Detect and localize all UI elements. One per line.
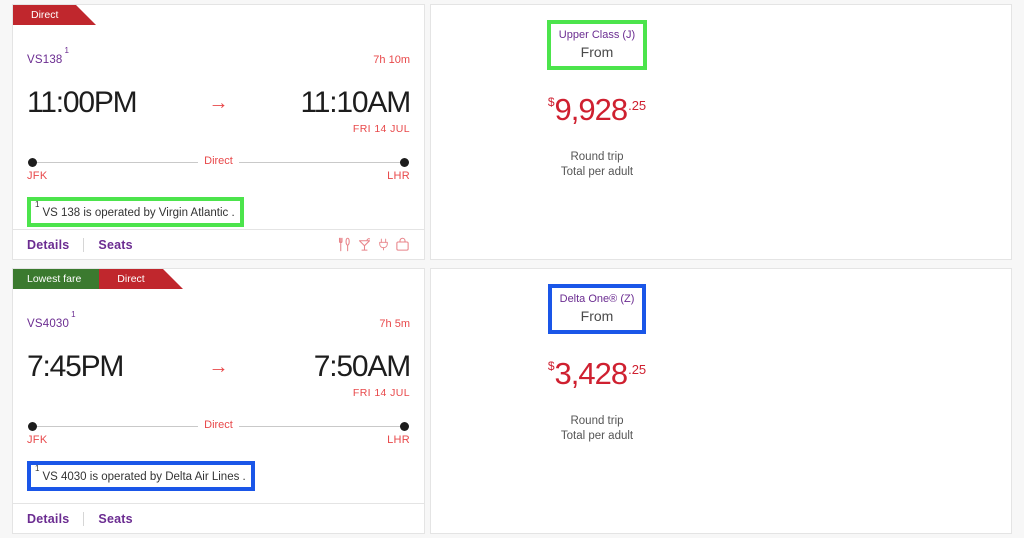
times-row: 11:00PM → 11:10AM FRI 14 JUL (27, 86, 410, 135)
price[interactable]: $9,928.25 (503, 92, 691, 128)
arrive-time: 7:50AM (314, 350, 410, 384)
depart-block: 11:00PM (27, 86, 136, 120)
fare-block: Upper Class (J) From $9,928.25 Round tri… (503, 20, 691, 180)
trip-note: Round trip Total per adult (503, 414, 691, 444)
flight-header-line: VS1381 7h 10m (27, 25, 410, 66)
trip-per-adult: Total per adult (503, 429, 691, 444)
details-link[interactable]: Details (27, 238, 69, 252)
fare-heading-box: Upper Class (J) From (547, 20, 647, 70)
flight-header-line: VS40301 7h 5m (27, 289, 410, 330)
bag-icon (395, 237, 410, 252)
flight-results-list: Direct VS1381 7h 10m 11:00PM → 11:10AM F… (0, 0, 1024, 538)
arrive-date: FRI 14 JUL (301, 123, 410, 135)
origin-code: JFK (27, 434, 47, 446)
price-currency: $ (548, 95, 555, 109)
route-timeline: Direct JFK LHR (27, 157, 410, 183)
destination-code: LHR (387, 170, 410, 182)
operated-footnote-marker: 1 (35, 200, 39, 209)
itinerary-footer: Details Seats (13, 229, 424, 259)
footer-divider (83, 512, 84, 526)
operated-by-note: 1VS 138 is operated by Virgin Atlantic . (27, 197, 244, 227)
itinerary-card[interactable]: Lowest fare Direct VS40301 7h 5m 7:45PM … (12, 268, 425, 534)
cabin-name: Upper Class (J) (559, 28, 635, 42)
flight-number: VS1381 (27, 51, 69, 66)
operated-by-text: VS 4030 is operated by Delta Air Lines . (42, 471, 245, 483)
route-stops-label: Direct (27, 419, 410, 431)
flight-number-footnote-marker: 1 (71, 310, 76, 319)
flight-duration: 7h 5m (379, 318, 410, 330)
badge-direct: Direct (13, 5, 76, 25)
flight-number-text: VS138 (27, 54, 63, 66)
fare-heading-box: Delta One® (Z) From (548, 284, 647, 334)
itinerary-body: VS1381 7h 10m 11:00PM → 11:10AM FRI 14 J… (13, 25, 424, 229)
itinerary-body: VS40301 7h 5m 7:45PM → 7:50AM FRI 14 JUL (13, 289, 424, 503)
flight-result-row: Lowest fare Direct VS40301 7h 5m 7:45PM … (0, 264, 1024, 538)
operated-by-row: 1VS 138 is operated by Virgin Atlantic . (27, 197, 410, 227)
amenity-icons (337, 237, 410, 252)
price-currency: $ (548, 359, 555, 373)
badge-strip: Direct (13, 5, 424, 25)
fare-block: Delta One® (Z) From $3,428.25 Round trip… (503, 284, 691, 444)
flight-number-text: VS4030 (27, 318, 69, 330)
origin-code: JFK (27, 170, 47, 182)
direction-arrow-icon: → (209, 86, 229, 120)
seats-link[interactable]: Seats (98, 238, 132, 252)
flight-result-row: Direct VS1381 7h 10m 11:00PM → 11:10AM F… (0, 0, 1024, 264)
operated-by-text: VS 138 is operated by Virgin Atlantic . (42, 207, 234, 219)
operated-by-row: 1VS 4030 is operated by Delta Air Lines … (27, 461, 410, 491)
price-cents: .25 (628, 98, 646, 113)
flight-number: VS40301 (27, 315, 76, 330)
trip-type: Round trip (503, 414, 691, 429)
itinerary-card[interactable]: Direct VS1381 7h 10m 11:00PM → 11:10AM F… (12, 4, 425, 260)
route-stops-label: Direct (27, 155, 410, 167)
badge-direct: Direct (99, 269, 162, 289)
direction-arrow-icon: → (209, 350, 229, 384)
flight-duration: 7h 10m (373, 54, 410, 66)
details-link[interactable]: Details (27, 512, 69, 526)
destination-code: LHR (387, 434, 410, 446)
operated-by-note: 1VS 4030 is operated by Delta Air Lines … (27, 461, 255, 491)
price-cents: .25 (628, 362, 646, 377)
meal-icon (337, 237, 352, 252)
depart-time: 11:00PM (27, 86, 136, 120)
depart-time: 7:45PM (27, 350, 123, 384)
drink-icon (357, 237, 372, 252)
route-stops-text: Direct (198, 419, 239, 431)
arrive-block: 11:10AM FRI 14 JUL (301, 86, 410, 135)
from-label: From (559, 43, 635, 61)
price-panel[interactable]: Upper Class (J) From $9,928.25 Round tri… (430, 4, 1012, 260)
price-amount: 3,428 (555, 356, 628, 391)
arrive-date: FRI 14 JUL (314, 387, 410, 399)
badge-spacer (163, 269, 424, 289)
seats-link[interactable]: Seats (98, 512, 132, 526)
trip-per-adult: Total per adult (503, 165, 691, 180)
depart-block: 7:45PM (27, 350, 123, 384)
price-amount: 9,928 (555, 92, 628, 127)
arrive-time: 11:10AM (301, 86, 410, 120)
badge-lowest-fare: Lowest fare (13, 269, 99, 289)
itinerary-footer: Details Seats (13, 503, 424, 533)
arrive-block: 7:50AM FRI 14 JUL (314, 350, 410, 399)
badge-spacer (76, 5, 424, 25)
trip-type: Round trip (503, 150, 691, 165)
price[interactable]: $3,428.25 (503, 356, 691, 392)
badge-strip: Lowest fare Direct (13, 269, 424, 289)
cabin-name: Delta One® (Z) (560, 292, 635, 306)
route-timeline: Direct JFK LHR (27, 421, 410, 447)
operated-footnote-marker: 1 (35, 464, 39, 473)
flight-number-footnote-marker: 1 (65, 46, 70, 55)
power-plug-icon (377, 237, 390, 252)
price-panel[interactable]: Delta One® (Z) From $3,428.25 Round trip… (430, 268, 1012, 534)
times-row: 7:45PM → 7:50AM FRI 14 JUL (27, 350, 410, 399)
trip-note: Round trip Total per adult (503, 150, 691, 180)
footer-divider (83, 238, 84, 252)
from-label: From (560, 307, 635, 325)
route-stops-text: Direct (198, 155, 239, 167)
